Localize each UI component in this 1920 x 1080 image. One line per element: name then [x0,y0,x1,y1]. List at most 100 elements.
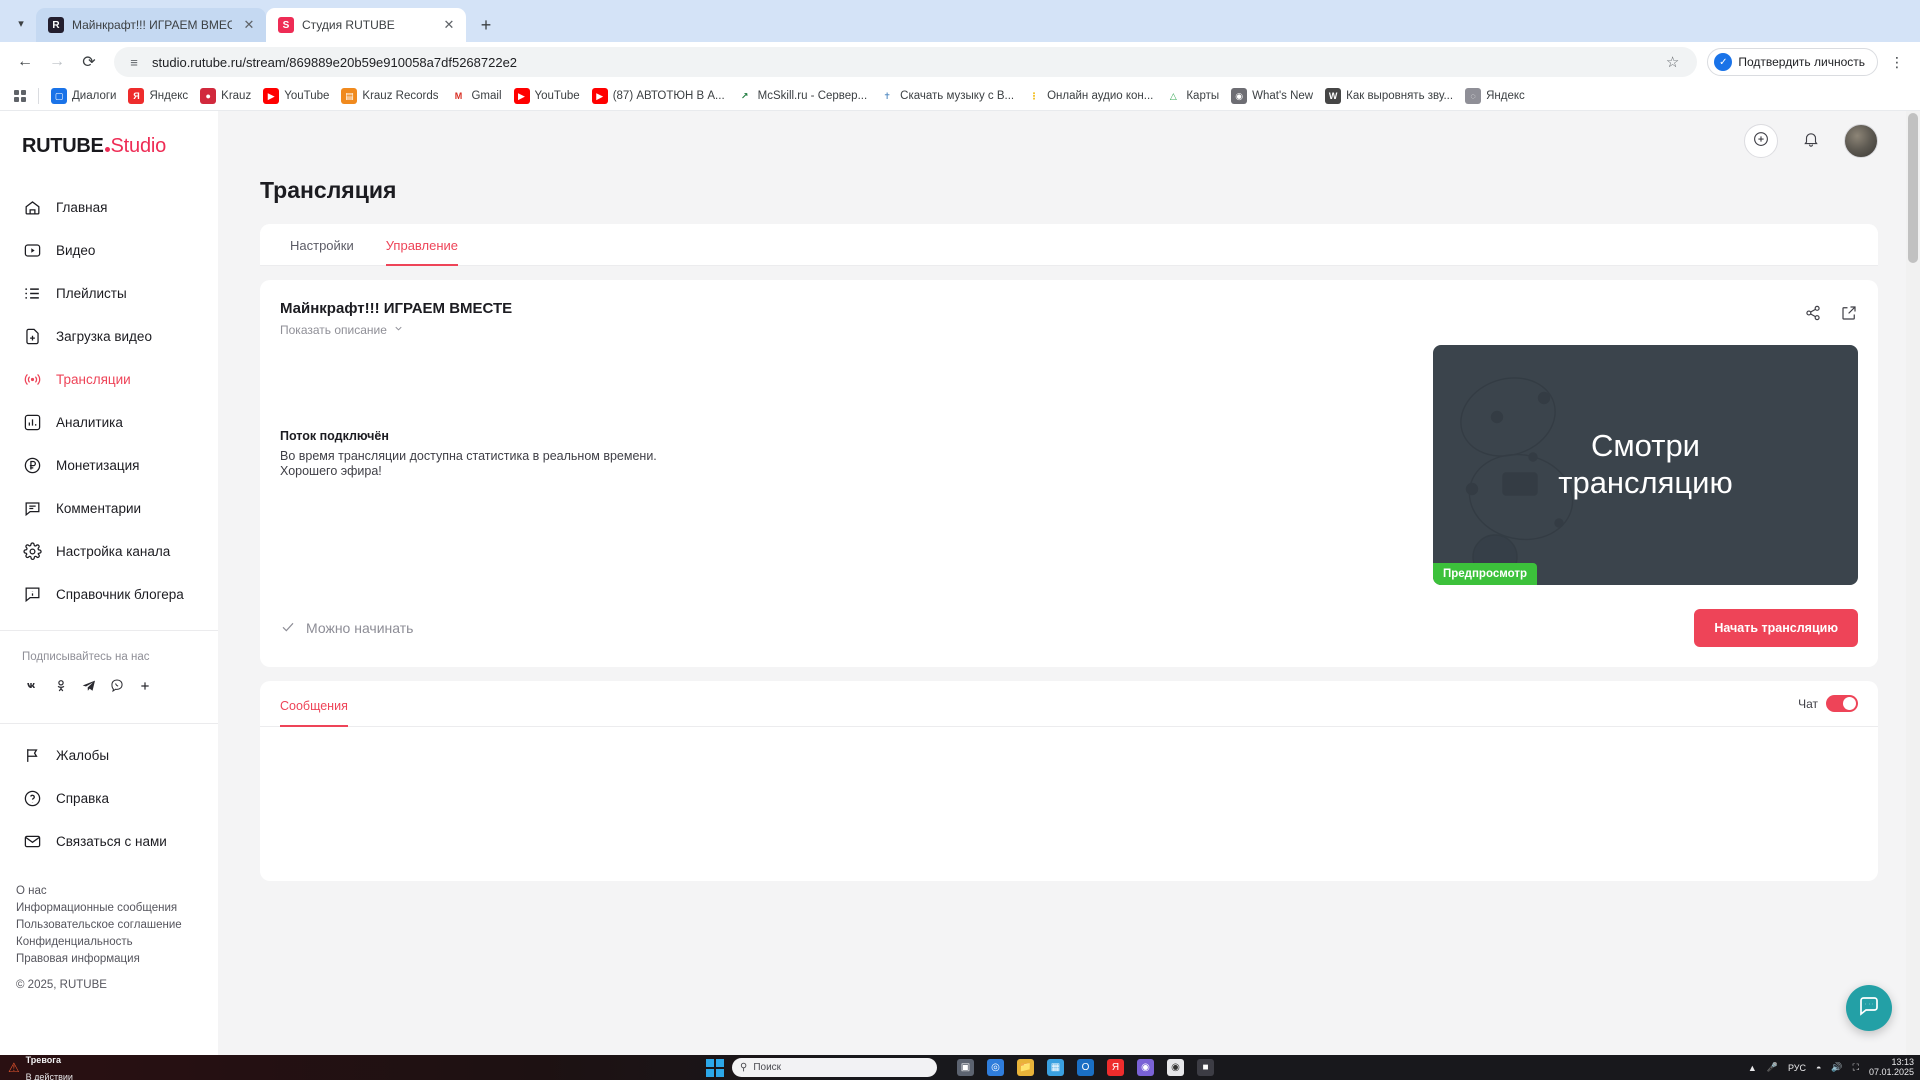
language-indicator[interactable]: РУС [1788,1063,1806,1073]
taskbar-clock[interactable]: 13:13 07.01.2025 [1868,1057,1914,1078]
forward-icon[interactable]: → [42,47,72,77]
stream-preview[interactable]: Смотри трансляцию Предпросмотр [1433,345,1858,585]
bookmark-label: Gmail [471,90,502,102]
bookmark-item[interactable]: ▶ (87) АВТОТЮН В А... [586,86,731,106]
support-chat-button[interactable] [1846,985,1892,1031]
apps-grid-icon[interactable] [8,85,32,107]
plus-icon[interactable] [134,675,156,697]
store-icon[interactable]: ▦ [1047,1059,1064,1076]
bookmark-item[interactable]: ▤ Krauz Records [335,86,444,106]
bookmark-item[interactable]: ◉ What's New [1225,86,1319,106]
footer-link-privacy[interactable]: Конфиденциальность [16,936,218,948]
chat-toggle[interactable] [1826,695,1858,712]
add-content-button[interactable] [1744,124,1778,158]
new-tab-button[interactable]: + [472,11,500,39]
browser-tab-1[interactable]: R Майнкрафт!!! ИГРАЕМ ВМЕСТЕ ✕ [36,8,266,42]
task-view-icon[interactable]: ▣ [957,1059,974,1076]
wifi-icon[interactable]: ◓ [1816,1063,1821,1073]
edge-icon[interactable]: ◎ [987,1059,1004,1076]
app-icon[interactable]: ■ [1197,1059,1214,1076]
show-description-toggle[interactable]: Показать описание [280,323,512,337]
battery-icon[interactable]: ⛶ [1853,1062,1859,1073]
sidebar-item-home[interactable]: Главная [0,186,218,229]
sidebar-item-broadcasts[interactable]: Трансляции [0,358,218,401]
bookmark-label: Карты [1186,90,1220,102]
bookmark-item[interactable]: ↗ McSkill.ru - Сервер... [731,86,874,106]
stream-header-actions [1804,300,1858,327]
yandex-icon[interactable]: Я [1107,1059,1124,1076]
viber-icon[interactable] [106,675,128,697]
bookmark-item[interactable]: △ Карты [1159,86,1225,106]
bookmark-item[interactable]: Я Яндекс [122,86,194,106]
volume-icon[interactable]: 🔊 [1831,1062,1842,1073]
tab-search-icon[interactable]: ▾ [6,6,36,40]
bookmark-star-icon[interactable]: ☆ [1660,53,1685,71]
avatar[interactable] [1844,124,1878,158]
alert-widget[interactable]: ⚠ Тревога В действии [0,1051,290,1080]
telegram-icon[interactable] [78,675,100,697]
footer-link-user-agreement[interactable]: Пользовательское соглашение [16,919,218,931]
bookmark-item[interactable]: M Gmail [444,86,507,106]
sidebar-item-blogger-guide[interactable]: Справочник блогера [0,573,218,616]
footer-link-info-messages[interactable]: Информационные сообщения [16,902,218,914]
footer-link-legal[interactable]: Правовая информация [16,953,218,965]
tab-messages[interactable]: Сообщения [280,681,348,727]
media-icon[interactable]: ◉ [1137,1059,1154,1076]
site-settings-icon[interactable]: ≡ [126,54,142,70]
sidebar-item-video[interactable]: Видео [0,229,218,272]
sidebar-item-analytics[interactable]: Аналитика [0,401,218,444]
external-link-icon[interactable] [1840,304,1858,327]
sidebar-item-upload[interactable]: Загрузка видео [0,315,218,358]
taskbar-center: ⚲ Поиск ▣ ◎ 📁 ▦ O Я ◉ ◉ ■ [706,1058,1214,1077]
bookmark-item[interactable]: W Как выровнять зву... [1319,86,1459,106]
stream-status-heading: Поток подключён [280,429,389,443]
sidebar-item-help[interactable]: Справка [0,777,218,820]
bookmark-label: YouTube [534,90,580,102]
notifications-button[interactable] [1794,124,1828,158]
bookmark-item[interactable]: ✝ Скачать музыку с В... [873,86,1020,106]
taskbar-search[interactable]: ⚲ Поиск [732,1058,937,1077]
footer-link-about[interactable]: О нас [16,885,218,897]
close-icon[interactable]: ✕ [440,16,458,34]
bookmark-item[interactable]: ⋮ Онлайн аудио кон... [1020,86,1159,106]
verify-identity-label: Подтвердить личность [1738,55,1865,69]
address-bar[interactable]: ≡ studio.rutube.ru/stream/869889e20b59e9… [114,47,1698,77]
verify-identity-button[interactable]: ✓ Подтвердить личность [1707,48,1878,76]
bookmark-item[interactable]: ● Krauz [194,86,257,106]
vk-icon[interactable] [22,675,44,697]
chevron-up-icon[interactable]: ▲ [1748,1063,1757,1073]
chrome-icon[interactable]: ◉ [1167,1059,1184,1076]
bookmark-icon: ● [200,88,217,104]
sidebar-item-playlists[interactable]: Плейлисты [0,272,218,315]
sidebar-item-monetization[interactable]: Монетизация [0,444,218,487]
bookmark-item[interactable]: ▶ YouTube [508,86,586,106]
tab-management[interactable]: Управление [370,224,474,266]
clock-date: 07.01.2025 [1868,1066,1914,1077]
bookmark-item[interactable]: ▢ Диалоги [45,86,122,106]
reload-icon[interactable]: ⟳ [74,47,104,77]
bookmark-item[interactable]: ▶ YouTube [257,86,335,106]
tab-settings[interactable]: Настройки [274,224,370,265]
section-tabs-card: Настройки Управление [260,224,1878,266]
sidebar-item-contact-us[interactable]: Связаться с нами [0,820,218,863]
rutube-studio-logo[interactable]: RUTUBE Studio [0,129,218,186]
page-scrollbar[interactable] [1906,111,1920,1055]
scrollbar-thumb[interactable] [1908,113,1918,263]
browser-tab-2[interactable]: S Студия RUTUBE ✕ [266,8,466,42]
bookmark-item[interactable]: ◌ Яндекс [1459,86,1531,106]
outlook-icon[interactable]: O [1077,1059,1094,1076]
ok-icon[interactable] [50,675,72,697]
share-icon[interactable] [1804,304,1822,327]
file-explorer-icon[interactable]: 📁 [1017,1059,1034,1076]
sidebar-item-comments[interactable]: Комментарии [0,487,218,530]
windows-start-icon[interactable] [706,1058,724,1077]
sidebar-item-channel-settings[interactable]: Настройка канала [0,530,218,573]
page-title: Трансляция [260,177,397,203]
start-broadcast-button[interactable]: Начать трансляцию [1694,609,1858,647]
social-row [22,675,196,697]
close-icon[interactable]: ✕ [240,16,258,34]
chrome-menu-icon[interactable]: ⋮ [1884,49,1910,75]
microphone-icon[interactable]: 🎤 [1767,1062,1778,1073]
sidebar-item-complaints[interactable]: Жалобы [0,734,218,777]
back-icon[interactable]: ← [10,47,40,77]
